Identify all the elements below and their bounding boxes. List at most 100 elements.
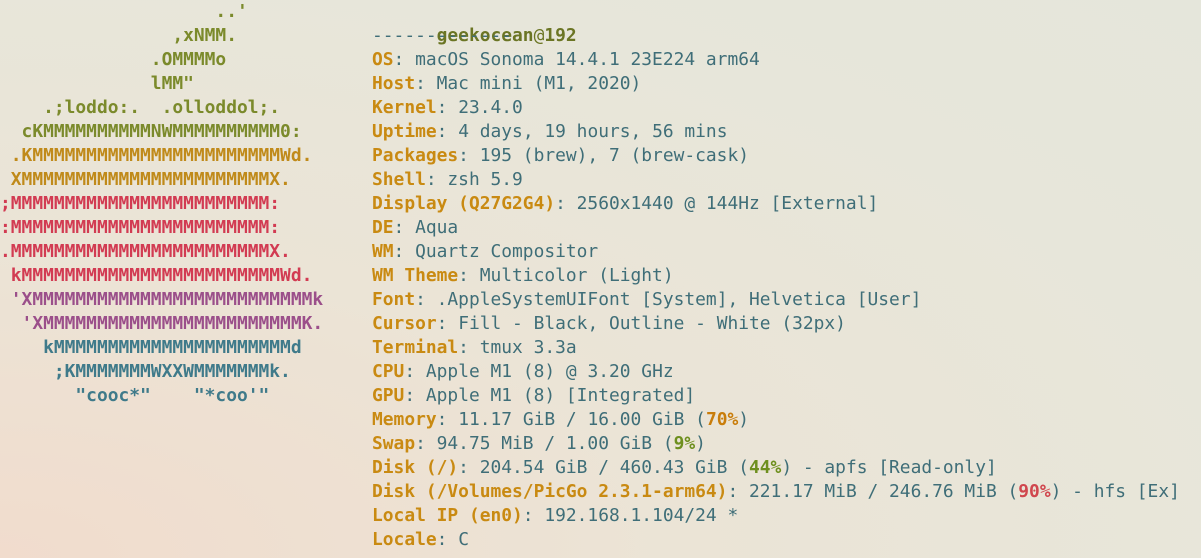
- info-colon: :: [458, 457, 480, 478]
- info-value: Quartz Compositor: [415, 241, 599, 262]
- info-row: Packages: 195 (brew), 7 (brew-cask): [372, 144, 749, 168]
- info-key: Font: [372, 289, 416, 310]
- info-value: 94.75 MiB / 1.00 GiB (: [436, 433, 674, 454]
- info-value: Apple M1 (8) @ 3.20 GHz: [425, 361, 674, 382]
- info-row: Memory: 11.17 GiB / 16.00 GiB (70%): [372, 408, 749, 432]
- usage-percent: 70%: [705, 409, 739, 430]
- logo-line: .MMMMMMMMMMMMMMMMMMMMMMMMX.: [0, 241, 291, 262]
- info-value: tmux 3.3a: [479, 337, 577, 358]
- info-value: 4 days, 19 hours, 56 mins: [458, 121, 728, 142]
- terminal-window: ..' ,xNMM. .OMMMMo lMM" .;loddo:. .ollod…: [0, 0, 1201, 558]
- info-row: Terminal: tmux 3.3a: [372, 336, 577, 360]
- info-colon: :: [415, 73, 437, 94]
- info-value: ) - apfs [Read-only]: [781, 457, 997, 478]
- info-key: Host: [372, 73, 416, 94]
- info-value: ) - hfs [Ex]: [1050, 481, 1180, 502]
- logo-line: .;loddo:. .olloddol;.: [0, 97, 281, 118]
- info-value: Mac mini (M1, 2020): [436, 73, 642, 94]
- info-colon: :: [555, 193, 577, 214]
- info-colon: :: [727, 481, 749, 502]
- info-colon: :: [404, 385, 426, 406]
- info-colon: :: [436, 121, 459, 142]
- info-key: Cursor: [372, 313, 437, 334]
- logo-line: 'XMMMMMMMMMMMMMMMMMMMMMMMMMMk: [0, 289, 324, 310]
- info-colon: :: [522, 505, 545, 526]
- info-value: Apple M1 (8) [Integrated]: [425, 385, 696, 406]
- info-value: Fill - Black, Outline - White (32px): [458, 313, 846, 334]
- info-row: Local IP (en0): 192.168.1.104/24 *: [372, 504, 738, 528]
- info-row: Display (Q27G2G4): 2560x1440 @ 144Hz [Ex…: [372, 192, 878, 216]
- info-row: Uptime: 4 days, 19 hours, 56 mins: [372, 120, 727, 144]
- info-row: Disk (/): 204.54 GiB / 460.43 GiB (44%) …: [372, 456, 997, 480]
- info-colon: :: [458, 265, 480, 286]
- info-colon: :: [458, 145, 480, 166]
- info-row: Kernel: 23.4.0: [372, 96, 523, 120]
- info-row: Host: Mac mini (M1, 2020): [372, 72, 641, 96]
- info-key: Memory: [372, 409, 437, 430]
- info-row: Shell: zsh 5.9: [372, 168, 523, 192]
- logo-line: ;KMMMMMMMWXXWMMMMMMMk.: [0, 361, 291, 382]
- info-key: Disk (/): [372, 457, 459, 478]
- logo-line: lMM": [0, 73, 194, 94]
- info-colon: :: [415, 433, 437, 454]
- info-value: macOS Sonoma 14.4.1 23E224 arm64: [415, 49, 760, 70]
- info-key: WM Theme: [372, 265, 459, 286]
- info-row: Swap: 94.75 MiB / 1.00 GiB (9%): [372, 432, 706, 456]
- logo-line: cKMMMMMMMMMMNWMMMMMMMMMM0:: [0, 121, 302, 142]
- info-value: 23.4.0: [458, 97, 523, 118]
- info-value: C: [458, 529, 469, 550]
- info-value: Multicolor (Light): [479, 265, 674, 286]
- logo-line: XMMMMMMMMMMMMMMMMMMMMMMMX.: [0, 169, 291, 190]
- info-row: GPU: Apple M1 (8) [Integrated]: [372, 384, 695, 408]
- title-line: geekocean@192: [372, 0, 577, 46]
- info-colon: :: [393, 217, 416, 238]
- info-row: Locale: C: [372, 528, 469, 552]
- info-row: Font: .AppleSystemUIFont [System], Helve…: [372, 288, 921, 312]
- info-row: Cursor: Fill - Black, Outline - White (3…: [372, 312, 846, 336]
- logo-line: :MMMMMMMMMMMMMMMMMMMMMMMM:: [0, 217, 281, 238]
- info-colon: :: [436, 529, 459, 550]
- info-colon: :: [436, 97, 459, 118]
- logo-line: 'XMMMMMMMMMMMMMMMMMMMMMMMMK.: [0, 313, 324, 334]
- logo-line: kMMMMMMMMMMMMMMMMMMMMMMMMWd.: [0, 265, 313, 286]
- info-value: ): [738, 409, 750, 430]
- info-row: Disk (/Volumes/PicGo 2.3.1-arm64): 221.1…: [372, 480, 1180, 504]
- info-key: Locale: [372, 529, 437, 550]
- info-value: ): [695, 433, 706, 454]
- info-value: Aqua: [415, 217, 459, 238]
- info-key: Terminal: [372, 337, 459, 358]
- logo-line: ,xNMM.: [0, 25, 237, 46]
- usage-percent: 90%: [1018, 481, 1051, 502]
- info-key: WM: [372, 241, 394, 262]
- info-colon: :: [415, 289, 437, 310]
- info-colon: :: [436, 313, 459, 334]
- usage-percent: 44%: [749, 457, 782, 478]
- info-key: Swap: [372, 433, 416, 454]
- info-key: Display (Q27G2G4): [372, 193, 556, 214]
- logo-line: ..': [0, 1, 248, 22]
- logo-line: .KMMMMMMMMMMMMMMMMMMMMMMMWd.: [0, 145, 313, 166]
- info-colon: :: [393, 49, 416, 70]
- info-key: Shell: [372, 169, 426, 190]
- info-row: CPU: Apple M1 (8) @ 3.20 GHz: [372, 360, 674, 384]
- info-value: zsh 5.9: [447, 169, 523, 190]
- info-key: DE: [372, 217, 394, 238]
- info-value: 221.17 MiB / 246.76 MiB (: [749, 481, 1019, 502]
- info-value: 195 (brew), 7 (brew-cask): [479, 145, 749, 166]
- info-colon: :: [458, 337, 480, 358]
- info-row: OS: macOS Sonoma 14.4.1 23E224 arm64: [372, 48, 760, 72]
- info-row: DE: Aqua: [372, 216, 458, 240]
- info-colon: :: [425, 169, 448, 190]
- logo-line: .OMMMMo: [0, 49, 227, 70]
- info-key: GPU: [372, 385, 405, 406]
- info-value: 11.17 GiB / 16.00 GiB (: [458, 409, 706, 430]
- info-value: .AppleSystemUIFont [System], Helvetica […: [436, 289, 922, 310]
- info-key: CPU: [372, 361, 405, 382]
- info-key: OS: [372, 49, 394, 70]
- title-separator: -------------: [372, 25, 513, 46]
- info-key: Disk (/Volumes/PicGo 2.3.1-arm64): [372, 481, 728, 502]
- info-key: Packages: [372, 145, 459, 166]
- info-value: 192.168.1.104/24 *: [544, 505, 739, 526]
- info-row: WM: Quartz Compositor: [372, 240, 598, 264]
- at-sign: @: [533, 25, 545, 46]
